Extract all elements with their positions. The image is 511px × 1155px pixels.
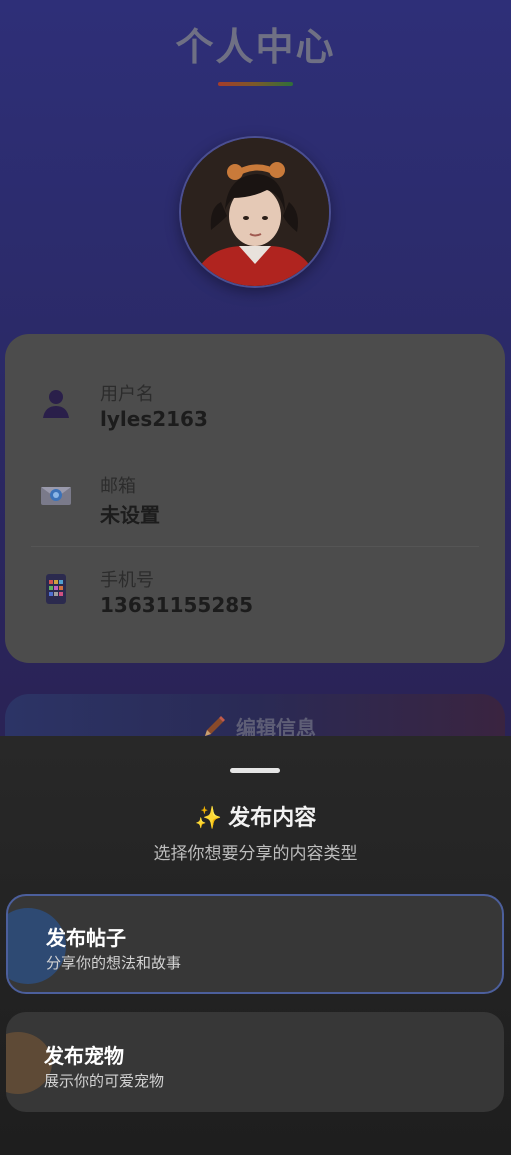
option-description: 分享你的想法和故事 (46, 954, 182, 972)
field-label: 用户名 (100, 384, 154, 405)
email-row: 邮箱 未设置 (5, 456, 505, 550)
sheet-drag-handle[interactable] (230, 768, 280, 773)
avatar-illustration (181, 138, 329, 286)
sheet-title: ✨ 发布内容 (0, 800, 511, 832)
option-title: 发布帖子 (46, 926, 126, 950)
username-row: 用户名 lyles2163 (5, 364, 505, 458)
phone-value: 13631155285 (100, 593, 254, 617)
field-label: 邮箱 (100, 476, 136, 497)
publish-post-option[interactable]: 发布帖子 分享你的想法和故事 (6, 894, 504, 994)
profile-info-card: 用户名 lyles2163 邮箱 未设置 手机号 13631155285 (5, 334, 505, 663)
row-divider (31, 546, 479, 547)
email-value: 未设置 (100, 503, 160, 527)
option-description: 展示你的可爱宠物 (44, 1072, 165, 1090)
sparkles-icon: ✨ (194, 806, 223, 831)
avatar-photo (181, 138, 329, 286)
username-value: lyles2163 (100, 407, 208, 431)
page-title: 个人中心 (175, 25, 336, 69)
mail-icon (39, 478, 73, 512)
phone-icon (39, 572, 73, 606)
sheet-subtitle: 选择你想要分享的内容类型 (153, 844, 358, 864)
avatar[interactable] (179, 136, 331, 288)
phone-row: 手机号 13631155285 (5, 550, 505, 644)
field-label: 手机号 (100, 570, 154, 591)
option-title: 发布宠物 (44, 1044, 124, 1068)
publish-bottom-sheet: ✨ 发布内容 选择你想要分享的内容类型 发布帖子 分享你的想法和故事 发布宠物 展… (0, 736, 511, 1155)
sheet-title-text: 发布内容 (228, 806, 317, 831)
publish-pet-option[interactable]: 发布宠物 展示你的可爱宠物 (6, 1012, 504, 1112)
user-icon (39, 386, 73, 420)
title-underline (218, 82, 293, 86)
